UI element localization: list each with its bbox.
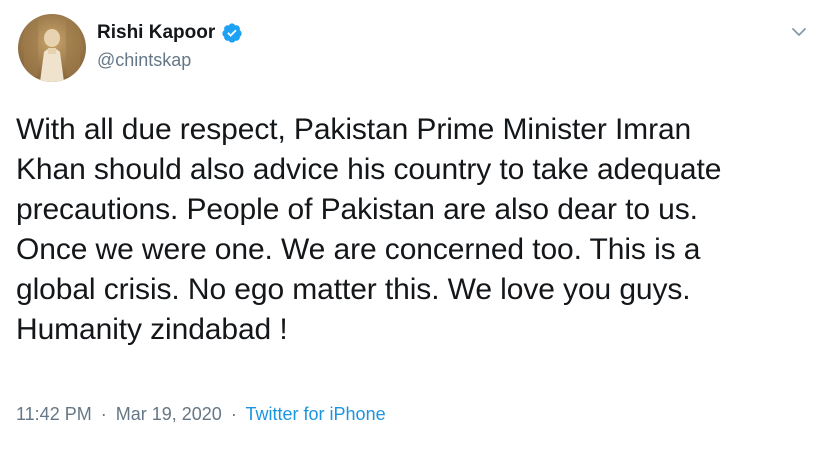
- name-row: Rishi Kapoor: [97, 22, 243, 44]
- author-block: Rishi Kapoor @chintskap: [97, 22, 243, 71]
- tweet-source-link[interactable]: Twitter for iPhone: [246, 404, 386, 424]
- avatar[interactable]: [18, 14, 86, 82]
- tweet-card: Rishi Kapoor @chintskap With all due res…: [0, 0, 825, 450]
- meta-separator: ·: [230, 404, 237, 424]
- tweet-text: With all due respect, Pakistan Prime Min…: [16, 113, 722, 346]
- tweet-date[interactable]: Mar 19, 2020: [116, 404, 222, 424]
- display-name[interactable]: Rishi Kapoor: [97, 22, 215, 44]
- verified-badge-icon: [221, 22, 243, 44]
- tweet-time[interactable]: 11:42 PM: [16, 404, 92, 424]
- profile-avatar-icon: [18, 14, 86, 82]
- tweet-meta: 11:42 PM · Mar 19, 2020 · Twitter for iP…: [16, 402, 386, 426]
- chevron-down-icon[interactable]: [789, 22, 809, 42]
- meta-separator: ·: [100, 404, 107, 424]
- handle[interactable]: @chintskap: [97, 49, 243, 71]
